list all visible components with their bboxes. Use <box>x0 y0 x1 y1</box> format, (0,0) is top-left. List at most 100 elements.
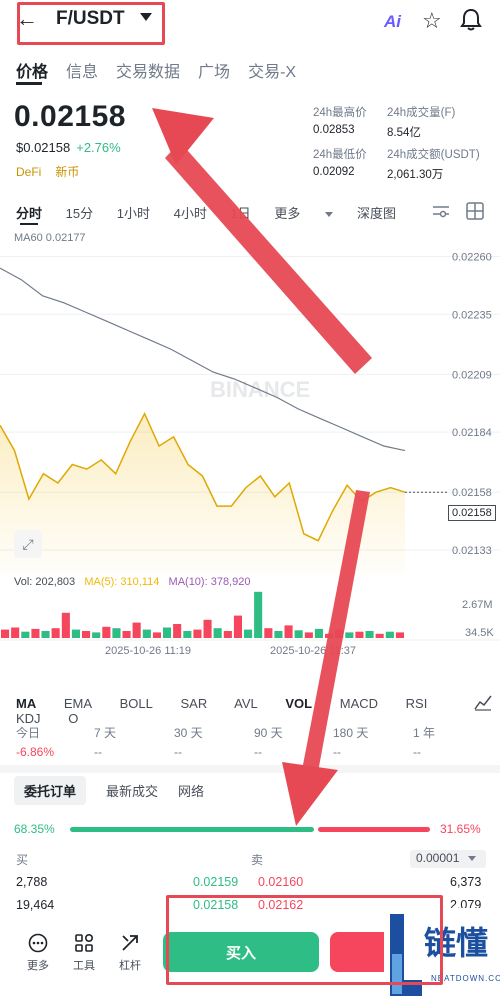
more-label: 更多 <box>27 960 49 972</box>
buy-header: 买 <box>16 853 29 867</box>
ask-price[interactable]: 0.02160 <box>258 875 303 889</box>
y-tick-label: 0.02260 <box>452 252 492 264</box>
expand-icon[interactable]: ⤢ <box>14 530 42 558</box>
bid-qty[interactable]: 2,788 <box>16 875 47 889</box>
perf-30d-label: 30 天 <box>174 726 203 740</box>
ind-sar[interactable]: SAR <box>181 696 208 711</box>
volume-bar <box>102 626 111 638</box>
interval-1d[interactable]: 1日 <box>230 206 250 221</box>
volume-bar <box>193 629 202 638</box>
interval-more[interactable]: 更多 <box>274 206 334 221</box>
interval-depth[interactable]: 深度图 <box>357 206 396 221</box>
ind-more[interactable]: O <box>68 711 78 726</box>
more-button[interactable]: 更多 <box>20 933 56 973</box>
tab-latest-trades[interactable]: 最新成交 <box>106 781 158 800</box>
interval-15m[interactable]: 15分 <box>66 206 93 221</box>
y-tick-label: 0.02158 <box>452 487 492 499</box>
tab-network[interactable]: 网络 <box>178 781 204 800</box>
ind-rsi[interactable]: RSI <box>406 696 428 711</box>
ind-vol[interactable]: VOL <box>285 696 312 711</box>
perf-7d-value: -- <box>94 745 102 759</box>
low-label: 24h最低价 <box>313 149 367 161</box>
volume-bar <box>264 628 273 638</box>
y-tick-label: 0.02184 <box>452 427 492 439</box>
perf-180d-label: 180 天 <box>333 726 369 740</box>
ind-ema[interactable]: EMA <box>64 696 92 711</box>
perf-today-value: -6.86% <box>16 745 55 759</box>
volume-legend: Vol: 202,803 MA(5): 310,114 MA(10): 378,… <box>14 576 250 588</box>
last-price: 0.02158 <box>14 100 126 133</box>
chevron-down-icon <box>467 856 476 862</box>
volume-bar <box>274 631 283 638</box>
interval-time[interactable]: 分时 <box>16 206 42 221</box>
ask-qty[interactable]: 6,373 <box>450 875 481 889</box>
x-tick-label: 2025-10-26 11:37 <box>270 645 356 657</box>
tab-square[interactable]: 广场 <box>198 58 230 82</box>
volume-bar <box>355 631 364 638</box>
buy-ratio-bar <box>70 827 314 832</box>
tab-indicator <box>16 82 42 85</box>
volume-bar <box>11 627 20 638</box>
interval-1h[interactable]: 1小时 <box>117 206 150 221</box>
sell-ratio: 31.65% <box>440 822 481 836</box>
volume-bar <box>112 628 121 638</box>
tools-label: 工具 <box>73 960 95 972</box>
volume-bar <box>345 632 354 638</box>
high-value: 0.02853 <box>313 124 355 136</box>
volume-bar <box>213 628 222 638</box>
bid-price[interactable]: 0.02159 <box>193 875 238 889</box>
tab-orders[interactable]: 委托订单 <box>14 776 87 805</box>
volume-bar <box>294 630 303 638</box>
volume-bar <box>335 629 344 638</box>
tab-trade-x[interactable]: 交易-X <box>248 58 296 82</box>
volume-bar <box>51 628 60 638</box>
usd-value: $0.02158 <box>16 140 71 155</box>
vol-usdt-value: 2,061.30万 <box>387 169 444 181</box>
volume-bar <box>132 622 141 638</box>
volume-bar <box>163 627 172 638</box>
high-label: 24h最高价 <box>313 107 367 119</box>
interval-4h[interactable]: 4小时 <box>174 206 207 221</box>
volume-bar <box>304 632 313 638</box>
x-tick-label: 2025-10-26 11:19 <box>105 645 191 657</box>
interval-more-label: 更多 <box>274 206 301 221</box>
bell-icon[interactable] <box>460 8 482 37</box>
volume-bar <box>203 619 212 638</box>
ind-macd[interactable]: MACD <box>340 696 378 711</box>
chart-settings-icon[interactable] <box>432 203 450 224</box>
volume-bar <box>385 631 394 638</box>
tab-info[interactable]: 信息 <box>66 58 98 82</box>
tools-button[interactable]: 工具 <box>66 933 102 973</box>
volume-bar <box>395 632 404 638</box>
vol-tick-label: 2.67M <box>462 599 493 611</box>
ai-button[interactable]: Ai <box>384 12 401 32</box>
tag-new[interactable]: 新币 <box>55 163 79 180</box>
tag-defi[interactable]: DeFi <box>16 165 41 179</box>
orderbook-tabs: 委托订单 最新成交 网络 <box>14 776 204 805</box>
sell-ratio-bar <box>318 827 430 832</box>
vol-usdt-label: 24h成交额(USDT) <box>387 149 480 161</box>
ma10-label: MA(10): 378,920 <box>168 576 251 588</box>
tab-trade-data[interactable]: 交易数据 <box>116 58 180 82</box>
ind-ma[interactable]: MA <box>16 696 36 711</box>
grid-icon[interactable] <box>466 202 484 225</box>
annotation-box-actions <box>166 895 443 985</box>
ind-avl[interactable]: AVL <box>234 696 258 711</box>
tick-size-select[interactable]: 0.00001 <box>410 850 486 868</box>
y-tick-label: 0.02133 <box>452 545 492 557</box>
y-tick-label: 0.02209 <box>452 369 492 381</box>
tab-price[interactable]: 价格 <box>16 58 48 82</box>
volume-bar <box>375 633 384 638</box>
leverage-button[interactable]: 杠杆 <box>112 933 148 973</box>
volume-bar <box>325 633 334 638</box>
bid-qty[interactable]: 19,464 <box>16 898 54 912</box>
leverage-icon <box>112 933 148 957</box>
star-icon[interactable]: ☆ <box>422 8 442 34</box>
perf-180d-value: -- <box>333 745 341 759</box>
ind-boll[interactable]: BOLL <box>120 696 153 711</box>
price-chart[interactable]: 0.02260 0.02235 0.02209 0.02184 0.02158 0.021… <box>0 230 500 690</box>
indicator-chart-icon[interactable] <box>474 693 492 716</box>
volume-bar <box>365 631 374 638</box>
current-price-tag: 0.02158 <box>448 505 496 521</box>
main-tabs: 价格 信息 交易数据 广场 交易-X <box>16 58 296 82</box>
